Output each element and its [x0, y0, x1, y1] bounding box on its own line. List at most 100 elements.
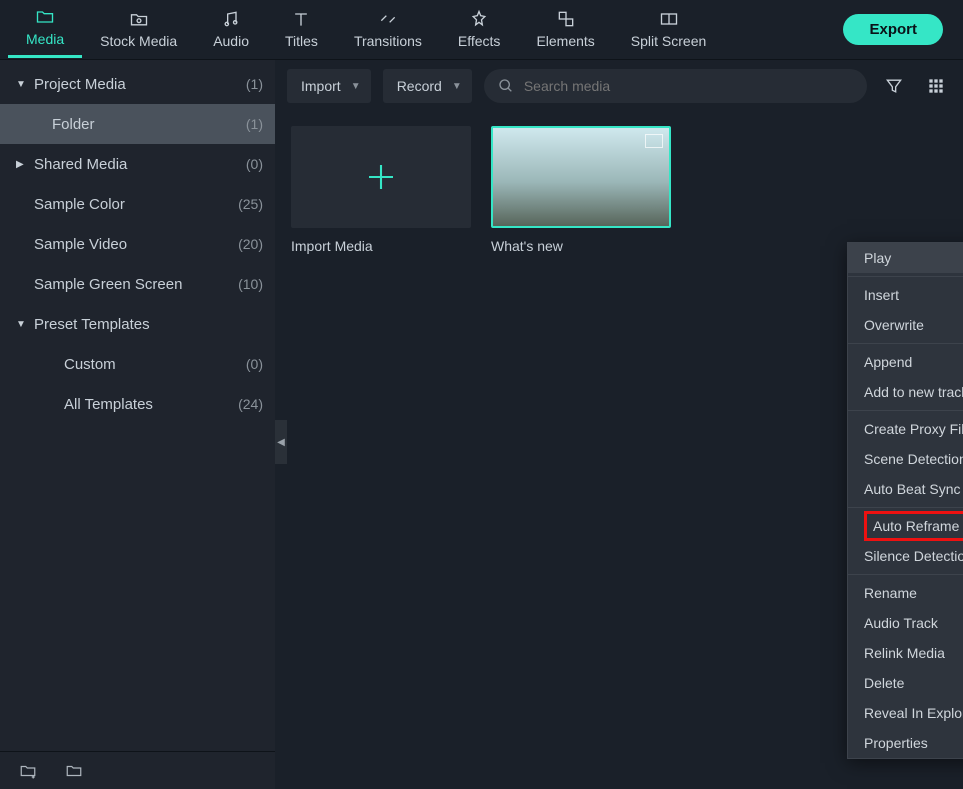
tree-label: Custom	[64, 356, 246, 373]
ctx-reveal-in-explorer[interactable]: Reveal In ExplorerCtrl+Shift+R	[848, 698, 963, 728]
context-menu: Play InsertShift+I OverwriteShift+O Appe…	[847, 242, 963, 759]
chevron-down-icon: ▼	[16, 319, 30, 330]
chevron-down-icon: ▼	[351, 81, 361, 92]
music-icon	[220, 9, 242, 29]
tab-titles[interactable]: Titles	[267, 1, 336, 58]
tab-label: Stock Media	[100, 33, 177, 49]
chevron-right-icon: ▶	[16, 159, 30, 170]
video-thumb	[491, 126, 671, 228]
tab-label: Titles	[285, 33, 318, 49]
ctx-play[interactable]: Play	[848, 243, 963, 273]
folder-icon[interactable]	[64, 762, 84, 780]
tree-label: Sample Color	[34, 196, 238, 213]
highlight-box: Auto Reframe	[864, 511, 963, 541]
media-tile-whats-new[interactable]: What's new	[491, 126, 671, 254]
tab-label: Elements	[536, 33, 594, 49]
search-input[interactable]	[524, 78, 853, 94]
tree-project-media[interactable]: ▼ Project Media (1)	[0, 64, 275, 104]
tile-label: Import Media	[291, 238, 471, 254]
sidebar-footer	[0, 751, 275, 789]
tree-label: Preset Templates	[34, 316, 263, 333]
tab-effects[interactable]: Effects	[440, 1, 519, 58]
elements-icon	[555, 9, 577, 29]
main-area: ▼ Project Media (1) Folder (1) ▶ Shared …	[0, 60, 963, 789]
separator	[848, 410, 963, 411]
split-screen-icon	[658, 9, 680, 29]
content-panel: Import ▼ Record ▼ Impo	[275, 60, 963, 789]
tree-count: (1)	[246, 76, 263, 92]
search-box[interactable]	[484, 69, 867, 103]
tab-stock-media[interactable]: Stock Media	[82, 1, 195, 58]
video-badge-icon	[645, 134, 663, 148]
tab-label: Audio	[213, 33, 249, 49]
tile-label: What's new	[491, 238, 671, 254]
transitions-icon	[377, 9, 399, 29]
tab-label: Split Screen	[631, 33, 706, 49]
import-media-tile[interactable]: Import Media	[291, 126, 471, 254]
tree-label: All Templates	[64, 396, 238, 413]
tree-count: (0)	[246, 156, 263, 172]
grid-view-button[interactable]	[921, 71, 951, 101]
filter-button[interactable]	[879, 71, 909, 101]
ctx-auto-beat-sync[interactable]: Auto Beat Sync	[848, 474, 963, 504]
ctx-rename[interactable]: RenameF2	[848, 578, 963, 608]
filter-icon	[884, 76, 904, 96]
tree-shared-media[interactable]: ▶ Shared Media (0)	[0, 144, 275, 184]
effects-icon	[468, 9, 490, 29]
tree-label: Sample Video	[34, 236, 238, 253]
ctx-create-proxy[interactable]: Create Proxy File	[848, 414, 963, 444]
sidebar: ▼ Project Media (1) Folder (1) ▶ Shared …	[0, 60, 275, 789]
ctx-delete[interactable]: DeleteDel	[848, 668, 963, 698]
tree-preset-templates[interactable]: ▼ Preset Templates	[0, 304, 275, 344]
tab-audio[interactable]: Audio	[195, 1, 267, 58]
record-dropdown[interactable]: Record ▼	[383, 69, 472, 103]
separator	[848, 276, 963, 277]
ctx-audio-track[interactable]: Audio Track▶	[848, 608, 963, 638]
tree-sample-color[interactable]: Sample Color (25)	[0, 184, 275, 224]
ctx-overwrite[interactable]: OverwriteShift+O	[848, 310, 963, 340]
tab-elements[interactable]: Elements	[518, 1, 612, 58]
tab-transitions[interactable]: Transitions	[336, 1, 440, 58]
tree-label: Sample Green Screen	[34, 276, 238, 293]
separator	[848, 343, 963, 344]
ctx-auto-reframe[interactable]: Auto Reframe	[848, 511, 963, 541]
tab-media[interactable]: Media	[8, 1, 82, 58]
ctx-silence-detection[interactable]: Silence Detection	[848, 541, 963, 571]
dropdown-label: Import	[301, 78, 341, 94]
tab-label: Media	[26, 31, 64, 47]
media-tree: ▼ Project Media (1) Folder (1) ▶ Shared …	[0, 60, 275, 751]
search-icon	[498, 78, 514, 94]
plus-icon	[363, 159, 399, 195]
ctx-scene-detection[interactable]: Scene Detection	[848, 444, 963, 474]
ctx-properties[interactable]: Properties	[848, 728, 963, 758]
tree-all-templates[interactable]: All Templates (24)	[0, 384, 275, 424]
import-dropdown[interactable]: Import ▼	[287, 69, 371, 103]
main-tabs: Media Stock Media Audio Titles Transitio…	[8, 1, 843, 58]
panel-collapse-handle[interactable]: ◀	[275, 420, 287, 464]
ctx-add-to-new-track[interactable]: Add to new track	[848, 377, 963, 407]
chevron-down-icon: ▼	[452, 81, 462, 92]
tree-custom[interactable]: Custom (0)	[0, 344, 275, 384]
ctx-relink-media[interactable]: Relink Media	[848, 638, 963, 668]
separator	[848, 507, 963, 508]
text-icon	[290, 9, 312, 29]
tree-count: (0)	[246, 356, 263, 372]
tree-sample-video[interactable]: Sample Video (20)	[0, 224, 275, 264]
tree-count: (1)	[246, 116, 263, 132]
ctx-insert[interactable]: InsertShift+I	[848, 280, 963, 310]
tree-sample-green-screen[interactable]: Sample Green Screen (10)	[0, 264, 275, 304]
tree-label: Shared Media	[34, 156, 246, 173]
import-thumb	[291, 126, 471, 228]
new-folder-icon[interactable]	[18, 762, 38, 780]
ctx-append[interactable]: Append	[848, 347, 963, 377]
folder-icon	[34, 7, 56, 27]
cloud-folder-icon	[128, 9, 150, 29]
tree-folder[interactable]: Folder (1)	[0, 104, 275, 144]
content-toolbar: Import ▼ Record ▼	[275, 60, 963, 106]
tree-count: (20)	[238, 236, 263, 252]
tree-label: Folder	[52, 116, 246, 133]
tree-count: (25)	[238, 196, 263, 212]
export-button[interactable]: Export	[843, 14, 943, 45]
tree-label: Project Media	[34, 76, 246, 93]
tab-split-screen[interactable]: Split Screen	[613, 1, 724, 58]
